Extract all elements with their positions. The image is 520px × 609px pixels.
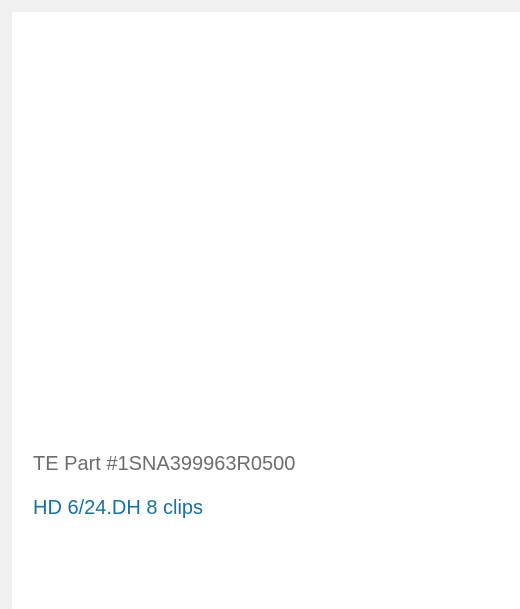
page: TE Part #1SNA399963R0500 HD 6/24.DH 8 cl… (0, 0, 520, 609)
card-left-border (0, 0, 12, 609)
product-image-placeholder[interactable] (12, 12, 520, 432)
product-card[interactable]: TE Part #1SNA399963R0500 HD 6/24.DH 8 cl… (12, 12, 520, 609)
product-name-link[interactable]: HD 6/24.DH 8 clips (33, 496, 203, 520)
card-top-border (0, 0, 520, 12)
product-part-number: TE Part #1SNA399963R0500 (33, 453, 296, 475)
